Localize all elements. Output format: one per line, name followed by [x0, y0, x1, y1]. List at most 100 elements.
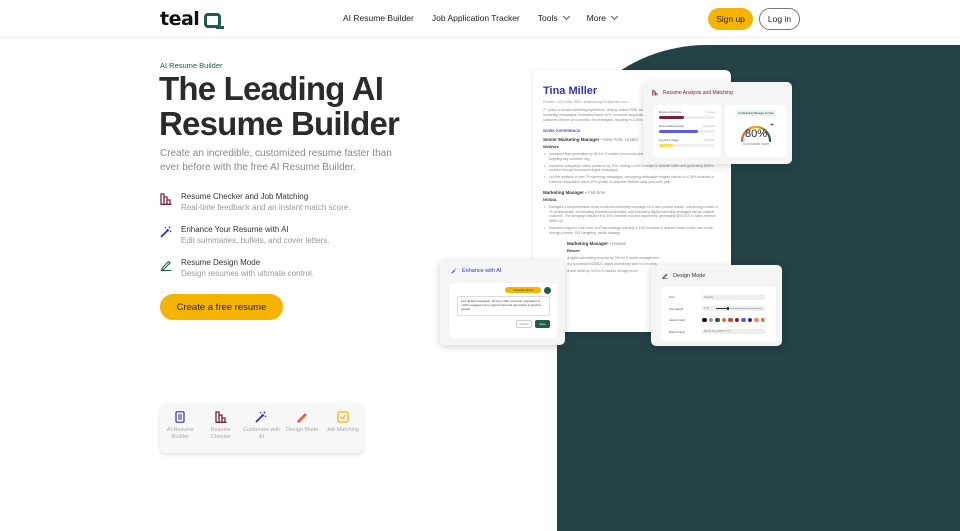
tool-job-matching[interactable]: Job Matching: [324, 411, 362, 434]
tool-design-mode[interactable]: Design Mode: [283, 411, 321, 434]
headline-line-2: Resume Builder: [159, 105, 400, 142]
bar-chart-icon: [215, 411, 227, 423]
resume-job-role: Marketing Manager • Hawaii: [543, 241, 721, 246]
nav-links: AI Resume Builder Job Application Tracke…: [343, 12, 619, 23]
nav-link-label: AI Resume Builder: [343, 13, 414, 23]
accent-color-swatch[interactable]: [708, 317, 713, 323]
accent-color-swatch[interactable]: [721, 317, 726, 323]
enhance-title: Enhance with AI: [451, 268, 557, 274]
teal-logo[interactable]: teal: [160, 8, 225, 30]
accent-color-swatch[interactable]: [734, 317, 739, 323]
role-title: Marketing Manager: [567, 240, 609, 246]
feature-item: Enhance Your Resume with AI Edit summari…: [160, 224, 420, 246]
tool-label: AI Resume Builder: [166, 427, 194, 440]
nav-link-tools[interactable]: Tools: [537, 12, 570, 23]
save-button[interactable]: Save: [535, 320, 550, 328]
nav-link-label: Tools: [537, 13, 558, 23]
accent-color-swatch[interactable]: [760, 317, 765, 323]
resume-company: Resort: [567, 247, 580, 253]
analysis-row: Measurable Results 21 Issues: [659, 124, 715, 133]
resume-company: NVIDIA: [543, 196, 557, 202]
accent-color-swatch[interactable]: [728, 317, 733, 323]
login-button[interactable]: Log in: [759, 8, 800, 30]
logo-text: teal: [160, 8, 200, 30]
tool-ai-resume-builder[interactable]: AI Resume Builder: [161, 411, 199, 441]
font-select[interactable]: Poppins: [702, 293, 765, 300]
top-nav: teal AI Resume Builder Job Application T…: [0, 0, 960, 38]
chevron-down-icon: [562, 12, 570, 21]
design-mode-card: Design Mode Font Poppins Line Height 1.1…: [651, 265, 782, 346]
resume-bullet: Led the analysis of over 75 marketing ca…: [543, 175, 721, 185]
eyebrow-label: AI Resume Builder: [160, 61, 223, 70]
magic-wand-icon: [160, 226, 172, 238]
tool-customize-with-ai[interactable]: Customize with AI: [242, 411, 280, 441]
tool-label: Job Matching: [326, 427, 360, 433]
analysis-progress-fill: [659, 144, 673, 147]
feature-desc: Design resumes with ultimate control.: [181, 269, 314, 278]
analysis-row-label: Keyword Usage: [659, 138, 679, 142]
accent-color-swatch[interactable]: [715, 317, 720, 323]
analysis-issues-panel: Resume Structure 7 Issues Measurable Resu…: [653, 105, 721, 157]
analysis-progress-bar: [659, 144, 715, 147]
accent-color-swatch[interactable]: [741, 317, 746, 323]
date-format-row: Date Format Month Year (MM/YYYY): [669, 327, 768, 337]
feature-item: Resume Checker and Job Matching Real-tim…: [160, 191, 420, 213]
role-meta: • Hawaii: [608, 240, 626, 246]
checkbox-icon: [337, 411, 349, 423]
resume-bullet: Improved long and short form YouTube str…: [543, 226, 721, 236]
analysis-progress-fill: [659, 116, 685, 119]
resume-analysis-card: Resume Analysis and Matching Resume Stru…: [643, 82, 792, 164]
generate-with-ai-button[interactable]: Generate with AI: [505, 287, 541, 293]
ai-status-icon[interactable]: [544, 286, 551, 294]
accent-color-swatch[interactable]: [702, 317, 707, 323]
design-settings-panel: Font Poppins Line Height 1.15 Accent Col…: [661, 287, 776, 341]
enhance-title-text: Enhance with AI: [462, 268, 502, 274]
accent-color-row: Accent Color: [669, 315, 768, 325]
feature-title: Enhance Your Resume with AI: [181, 225, 289, 234]
accent-color-swatch[interactable]: [747, 317, 752, 323]
resume-bullets: Managed a comprehensive cross-functional…: [543, 205, 721, 236]
font-row: Font Poppins: [669, 292, 768, 302]
match-score-value: 80%: [744, 128, 768, 140]
resume-bullet: d digital advertising revenue by 25% in …: [567, 256, 721, 261]
accent-color-swatch[interactable]: [754, 317, 759, 323]
analysis-progress-bar: [659, 116, 715, 119]
line-height-slider[interactable]: 1.15: [702, 306, 765, 311]
chevron-down-icon: [610, 12, 619, 21]
feature-desc: Edit summaries, bullets, and cover lette…: [181, 236, 330, 245]
analysis-title: Resume Analysis and Matching: [652, 90, 786, 96]
feature-title: Resume Checker and Job Matching: [181, 192, 309, 201]
nav-link-label: Job Application Tracker: [431, 13, 520, 23]
line-height-row: Line Height 1.15: [669, 304, 768, 314]
analysis-progress-fill: [659, 130, 699, 133]
design-title: Design Mode: [662, 273, 774, 279]
feature-item: Resume Design Mode Design resumes with u…: [160, 257, 420, 279]
resume-bullet: Increased company's online presence by 2…: [543, 164, 721, 174]
date-format-select[interactable]: Month Year (MM/YYYY): [702, 327, 765, 334]
nav-link-more[interactable]: More: [586, 12, 619, 23]
nav-link-label: More: [586, 13, 606, 23]
feature-title: Resume Design Mode: [181, 258, 261, 267]
feature-toolbar: AI Resume Builder Resume Checker Customi…: [160, 403, 363, 453]
pencil-icon: [160, 260, 172, 271]
enhance-with-ai-card: Enhance with AI Generate with AI Led glo…: [440, 260, 565, 345]
tool-resume-checker[interactable]: Resume Checker: [202, 411, 240, 441]
analysis-row-count: 7 Issues: [704, 110, 715, 114]
analysis-title-text: Resume Analysis and Matching: [663, 90, 733, 96]
role-title: Marketing Manager: [543, 189, 585, 195]
enhance-text-input[interactable]: Led global campaigns, driving +30% custo…: [457, 296, 550, 316]
create-free-resume-button[interactable]: Create a free resume: [160, 294, 283, 320]
nav-link-job-tracker[interactable]: Job Application Tracker: [432, 13, 520, 23]
role-title: Senior Marketing Manager: [543, 137, 600, 142]
logo-mark-icon: [204, 12, 225, 29]
date-format-label: Date Format: [669, 329, 685, 334]
slider-handle[interactable]: [727, 307, 729, 310]
match-score-panel: Sr Marketing Manager at Crate 80% Good M…: [725, 105, 787, 157]
cancel-button[interactable]: Cancel: [516, 320, 532, 328]
accent-color-swatches: [702, 317, 765, 323]
line-height-value: 1.15: [704, 306, 709, 310]
resume-bullet: Managed a comprehensive cross-functional…: [543, 205, 721, 224]
role-meta: • Full-time: [584, 189, 606, 195]
nav-link-ai-resume-builder[interactable]: AI Resume Builder: [343, 13, 414, 23]
signup-button[interactable]: Sign up: [708, 8, 753, 30]
